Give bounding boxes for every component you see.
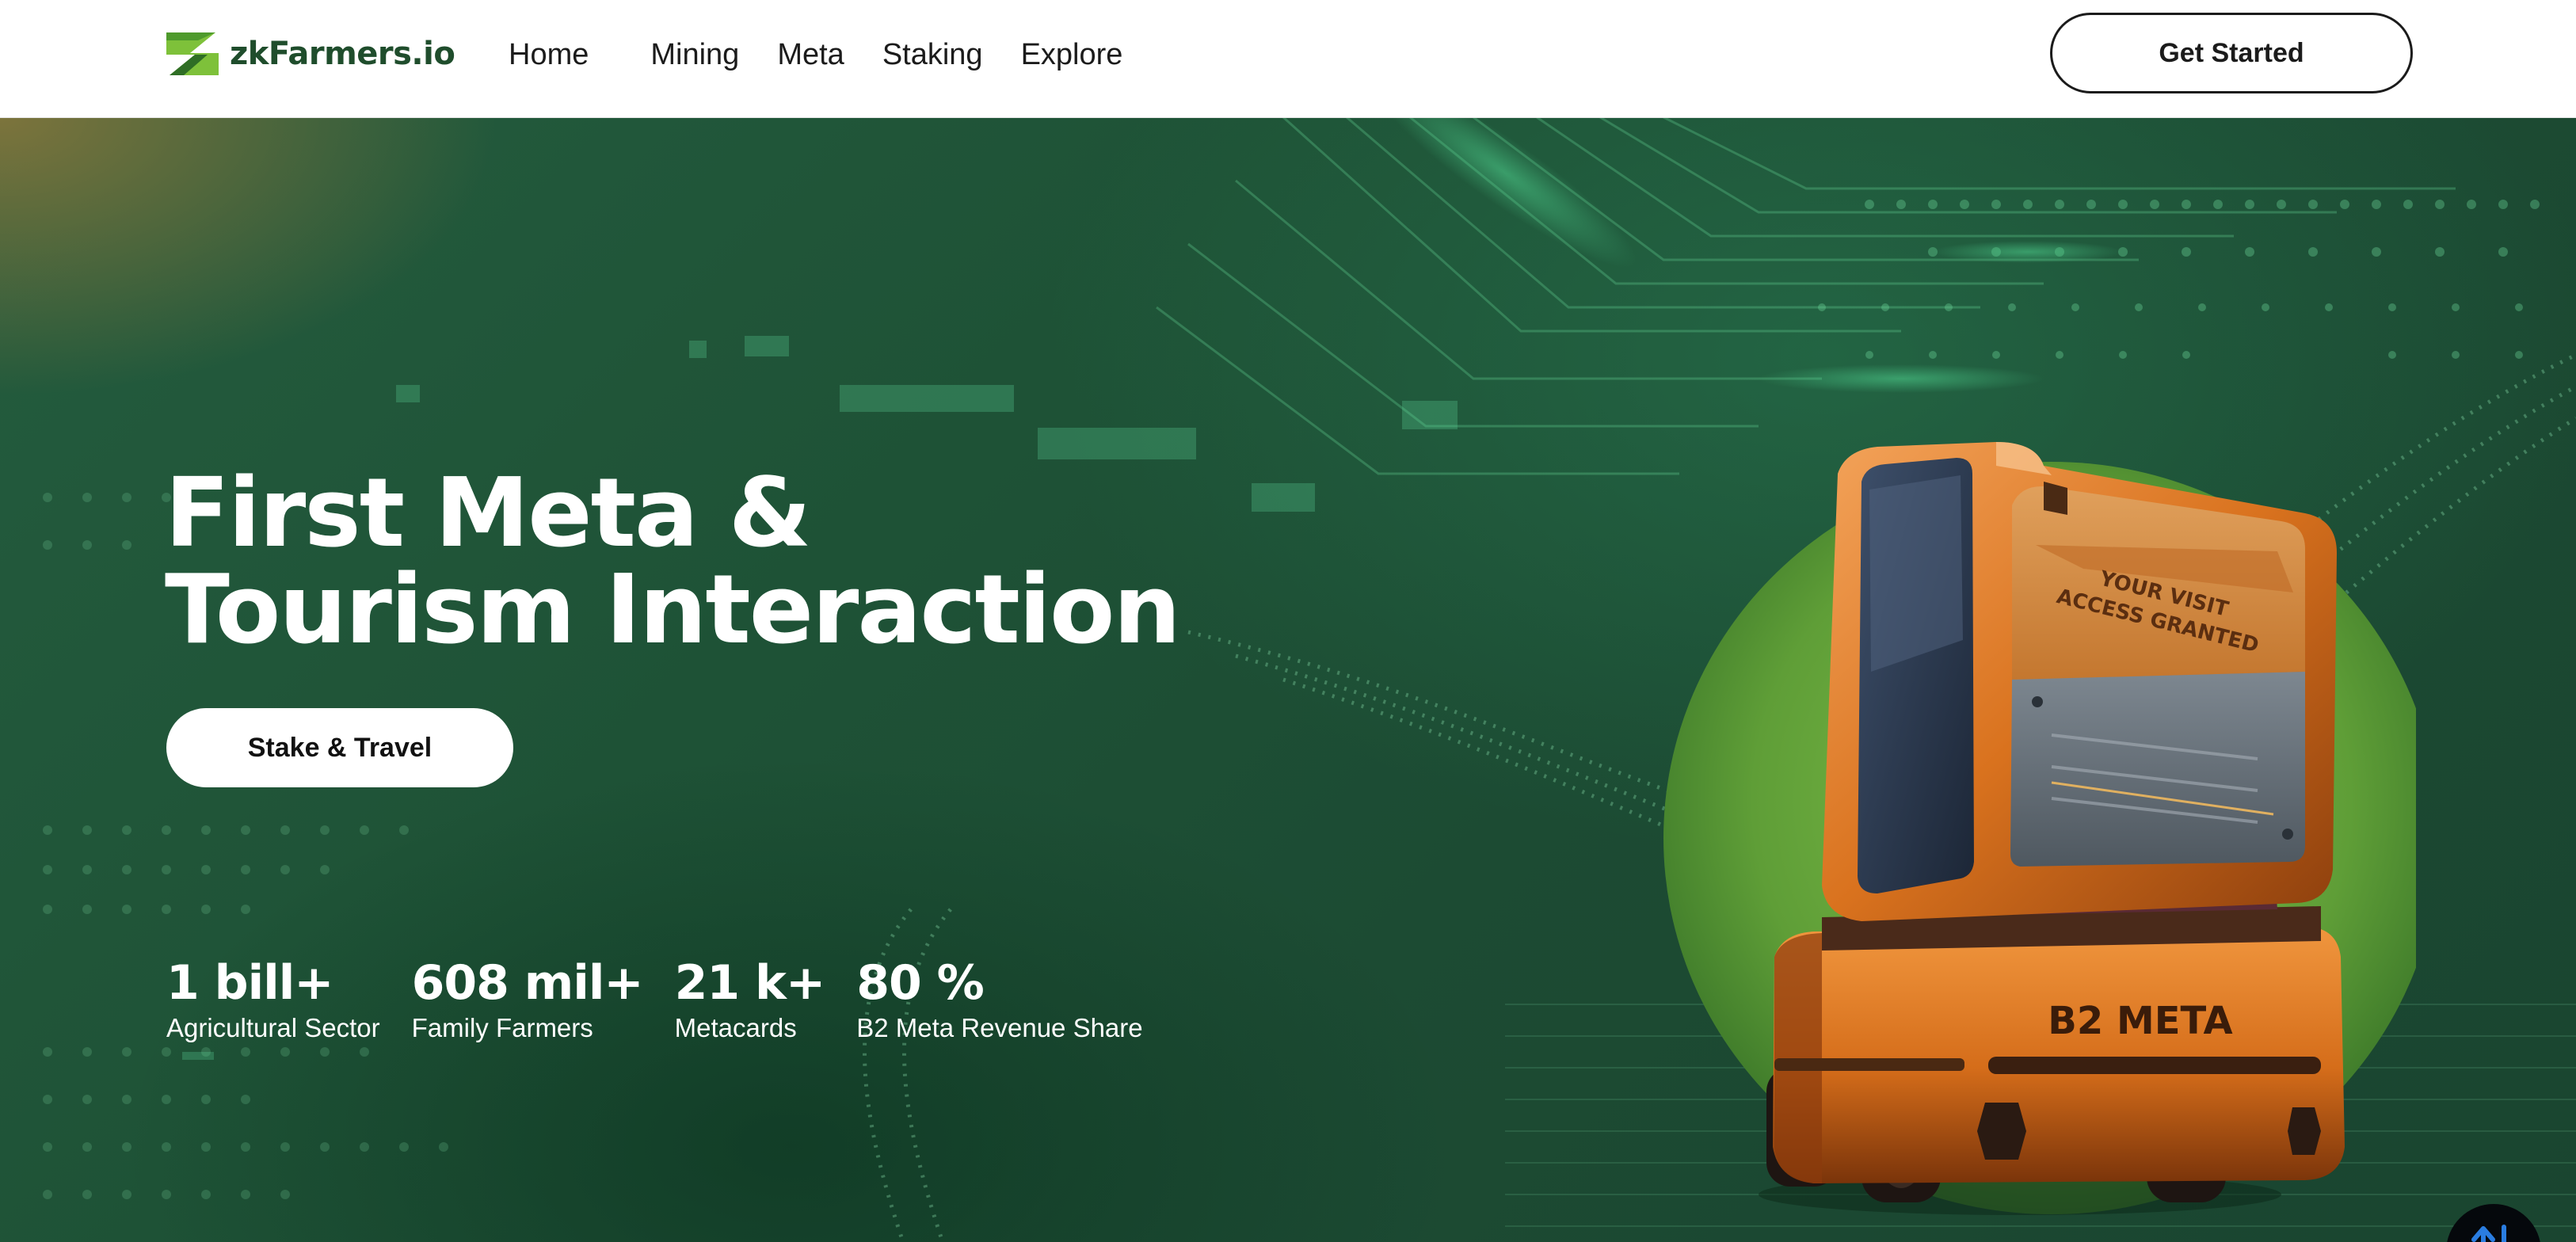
stat-label: Metacards <box>674 1013 797 1042</box>
top-navbar: zkFarmers.io Home Mining Meta Staking Ex… <box>0 0 2576 118</box>
stat-item: 1 bill+ Agricultural Sector <box>166 954 380 1044</box>
stat-label: Family Farmers <box>411 1013 593 1042</box>
robot-body-label: B2 META <box>2048 999 2232 1043</box>
stake-and-travel-button[interactable]: Stake & Travel <box>166 708 513 787</box>
stat-item: 608 mil+ Family Farmers <box>411 954 644 1044</box>
stat-item: 21 k+ Metacards <box>674 954 826 1044</box>
stat-value: 21 k+ <box>674 955 826 1011</box>
stat-value: 80 % <box>856 955 985 1011</box>
headline-line-2: Tourism Interaction <box>165 555 1181 665</box>
nav-home[interactable]: Home <box>509 38 589 72</box>
nav-staking[interactable]: Staking <box>882 38 983 72</box>
b2-meta-robot-illustration: B2 META YOUR VISIT ACCESS GRANTED <box>1663 442 2416 1215</box>
stat-value: 608 mil+ <box>411 955 644 1011</box>
hero-headline: First Meta & Tourism Interaction <box>165 459 1181 665</box>
get-started-button[interactable]: Get Started <box>2050 13 2413 93</box>
stat-item: 80 % B2 Meta Revenue Share <box>856 954 1142 1044</box>
stat-label: Agricultural Sector <box>166 1013 380 1042</box>
brand-name: zkFarmers.io <box>230 36 455 72</box>
nav-explore[interactable]: Explore <box>1021 38 1123 72</box>
stat-label: B2 Meta Revenue Share <box>856 1013 1143 1042</box>
hero-section: First Meta & Tourism Interaction Stake &… <box>0 117 2576 1242</box>
main-nav: Home Mining Meta Staking Explore <box>509 33 1122 76</box>
stat-value: 1 bill+ <box>166 955 334 1011</box>
nav-mining[interactable]: Mining <box>650 38 739 72</box>
z-leaf-logo-icon <box>166 32 219 75</box>
stats-row: 1 bill+ Agricultural Sector 608 mil+ Fam… <box>166 954 1175 1044</box>
nav-meta[interactable]: Meta <box>777 38 844 72</box>
headline-line-1: First Meta & <box>165 459 811 569</box>
up-down-arrows-icon <box>2471 1225 2506 1242</box>
brand-logo[interactable]: zkFarmers.io <box>166 32 455 76</box>
